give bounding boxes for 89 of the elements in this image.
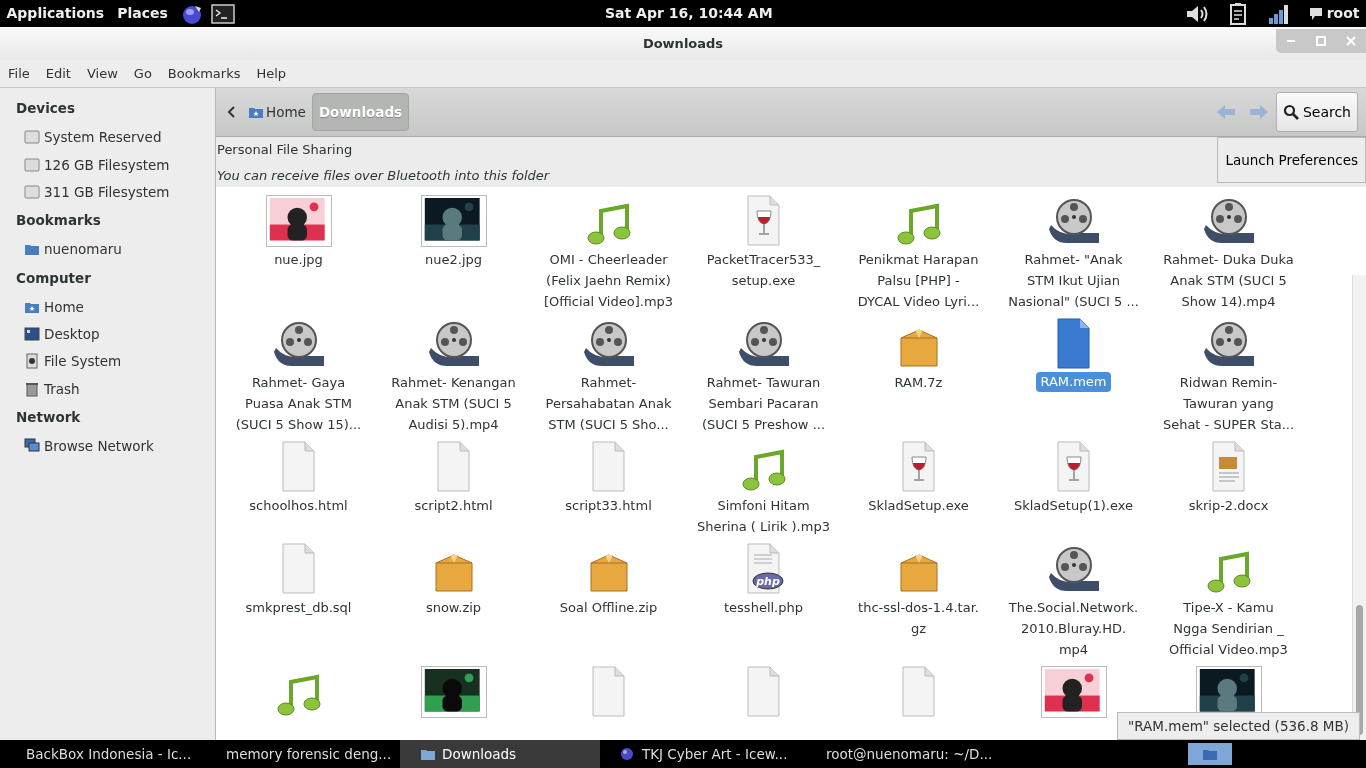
workspace-switcher[interactable] <box>1188 743 1232 765</box>
forward-arrow-icon <box>1249 104 1270 120</box>
sidebar-heading: Computer <box>15 268 92 288</box>
chevron-icon <box>226 105 236 119</box>
sidebar-heading: Devices <box>15 99 76 118</box>
close-icon <box>1345 35 1357 47</box>
search-icon <box>1282 104 1299 120</box>
file-name[interactable]: nue.jpg <box>270 249 327 270</box>
file-name[interactable]: nue2.jpg <box>421 249 486 270</box>
user-menu[interactable]: root <box>1326 3 1360 24</box>
sidebar-item[interactable]: System Reserved <box>0 124 215 152</box>
desktop-icon <box>24 326 40 343</box>
file-name[interactable]: Simfoni Hitam Sherina ( Lirik ).mp3 <box>693 495 834 537</box>
info-message: You can receive files over Bluetooth into this folder <box>216 166 551 185</box>
panel-menu[interactable]: Applications <box>6 3 105 24</box>
maximize-icon <box>1315 35 1327 47</box>
file-name[interactable]: Penikmat Harapan Palsu [PHP] - DYCAL Video Lyri... <box>853 249 984 312</box>
menu-item[interactable]: File <box>0 63 38 84</box>
file-name[interactable]: Ridwan Remin- Tawuran yang Sehat - SUPER Sta... <box>1158 372 1299 435</box>
menu-item[interactable]: View <box>78 63 126 84</box>
music-note-icon <box>739 449 788 493</box>
file-name[interactable]: Rahmet- "Anak STM Ikut Ujian Nasional" (SUCI 5 ... <box>1004 249 1143 312</box>
file-name[interactable]: PacketTracer533_ setup.exe <box>702 249 825 291</box>
file-name[interactable]: OMI - Cheerleader (Felix Jaehn Remix) [Official Video].mp3 <box>539 249 678 312</box>
panel-menu[interactable]: Places <box>117 3 168 24</box>
info-title: Personal File Sharing <box>216 141 354 159</box>
volume-icon <box>1184 3 1209 24</box>
status-text: "RAM.mem" selected (536.8 MB) <box>1117 711 1360 740</box>
file-name[interactable]: schoolhos.html <box>245 495 352 516</box>
file-name[interactable]: tesshell.php <box>720 597 807 618</box>
sidebar-item[interactable]: 126 GB Filesystem <box>0 151 215 179</box>
file-name[interactable]: snow.zip <box>421 597 486 618</box>
music-note-icon <box>584 203 633 247</box>
terminal-icon <box>210 3 235 24</box>
scrollbar[interactable] <box>1352 275 1366 740</box>
file-name[interactable]: Soal Offline.zip <box>555 597 662 618</box>
file-name[interactable]: Rahmet- Persahabatan Anak STM (SUCI 5 Sho... <box>541 372 676 435</box>
sidebar-item[interactable]: 311 GB Filesystem <box>0 178 215 206</box>
file-name[interactable]: Rahmet- Kenangan Anak STM (SUCI 5 Audisi 5).mp4 <box>387 372 520 435</box>
file-name[interactable]: The.Social.Network. 2010.Bluray.HD. mp4 <box>1004 597 1143 660</box>
clock[interactable]: Sat Apr 16, 10:44 AM <box>605 3 773 24</box>
back-arrow-icon <box>1216 104 1237 120</box>
trash-icon <box>24 380 40 397</box>
globe-icon <box>620 746 636 762</box>
file-name[interactable]: Rahmet- Gaya Puasa Anak STM (SUCI 5 Show 15)... <box>231 372 366 435</box>
window-title: Downloads <box>642 34 724 53</box>
taskbar-button[interactable]: root@nuenomaru: ~/D... <box>800 740 1000 768</box>
network-icon <box>24 438 40 455</box>
folder-icon <box>1202 747 1218 761</box>
music-note-icon <box>1204 551 1253 595</box>
sidebar-item[interactable]: Trash <box>0 375 215 403</box>
file-name[interactable]: Tipe-X - Kamu Ngga Sendirian _ Official Video.mp3 <box>1165 597 1292 660</box>
sidebar-item[interactable]: Desktop <box>0 321 215 349</box>
file-name[interactable]: script2.html <box>410 495 497 516</box>
sidebar-item[interactable]: Browse Network <box>0 433 215 461</box>
music-note-icon <box>274 674 323 718</box>
sidebar-heading: Bookmarks <box>15 211 102 230</box>
file-name[interactable]: skrip-2.docx <box>1184 495 1273 516</box>
path-button[interactable]: Home <box>242 93 312 131</box>
drive-icon <box>24 353 40 370</box>
file-name[interactable]: SkladSetup(1).exe <box>1009 495 1138 516</box>
file-name[interactable]: script33.html <box>561 495 656 516</box>
taskbar-button[interactable]: TKJ Cyber Art - Icew... <box>600 740 800 768</box>
menu-item[interactable]: Go <box>125 63 160 84</box>
sidebar-item[interactable]: nuenomaru <box>0 236 215 264</box>
signal-icon <box>1267 2 1290 25</box>
music-note-icon <box>894 203 943 247</box>
file-name[interactable]: thc-ssl-dos-1.4.tar. gz <box>854 597 983 639</box>
search-button[interactable]: Search <box>1275 92 1358 132</box>
chat-icon <box>1309 6 1324 21</box>
taskbar-button[interactable]: BackBox Indonesia - Ic... <box>0 740 200 768</box>
sidebar-heading: Network <box>15 407 82 427</box>
taskbar-button[interactable]: memory forensic deng... <box>200 740 400 768</box>
minimize-icon <box>1287 40 1295 42</box>
sidebar-item[interactable]: File System <box>0 348 215 376</box>
file-name[interactable]: Rahmet- Duka Duka Anak STM (SUCI 5 Show 14).mp4 <box>1159 249 1298 312</box>
taskbar-button[interactable]: Downloads <box>400 740 600 768</box>
menu-item[interactable]: Bookmarks <box>159 63 249 84</box>
file-name[interactable]: SkladSetup.exe <box>864 495 973 516</box>
menu-item[interactable]: Help <box>248 63 295 84</box>
launch-preferences-button[interactable]: Launch Preferences <box>1217 137 1366 183</box>
drive-icon <box>24 156 40 173</box>
file-name[interactable]: RAM.7z <box>890 372 947 393</box>
menu-item[interactable]: Edit <box>37 63 79 84</box>
drive-icon <box>24 129 40 146</box>
drive-icon <box>24 183 40 200</box>
file-name[interactable]: smkprest_db.sql <box>241 597 356 618</box>
file-name[interactable]: Rahmet- Tawuran Sembari Pacaran (SUCI 5 Preshow ... <box>697 372 830 435</box>
sidebar-item[interactable]: Home <box>0 293 215 321</box>
